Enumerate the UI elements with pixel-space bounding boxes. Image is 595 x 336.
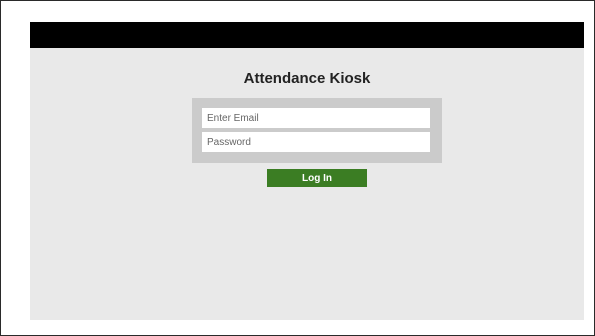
login-button[interactable]: Log In: [267, 169, 367, 187]
main-content: Attendance Kiosk Log In: [30, 48, 584, 320]
page-title: Attendance Kiosk: [243, 70, 371, 87]
email-input[interactable]: [202, 108, 430, 128]
top-bar: [30, 22, 584, 48]
password-input[interactable]: [202, 132, 430, 152]
login-form-panel: [192, 98, 442, 163]
screen-frame: Attendance Kiosk Log In: [0, 0, 595, 336]
